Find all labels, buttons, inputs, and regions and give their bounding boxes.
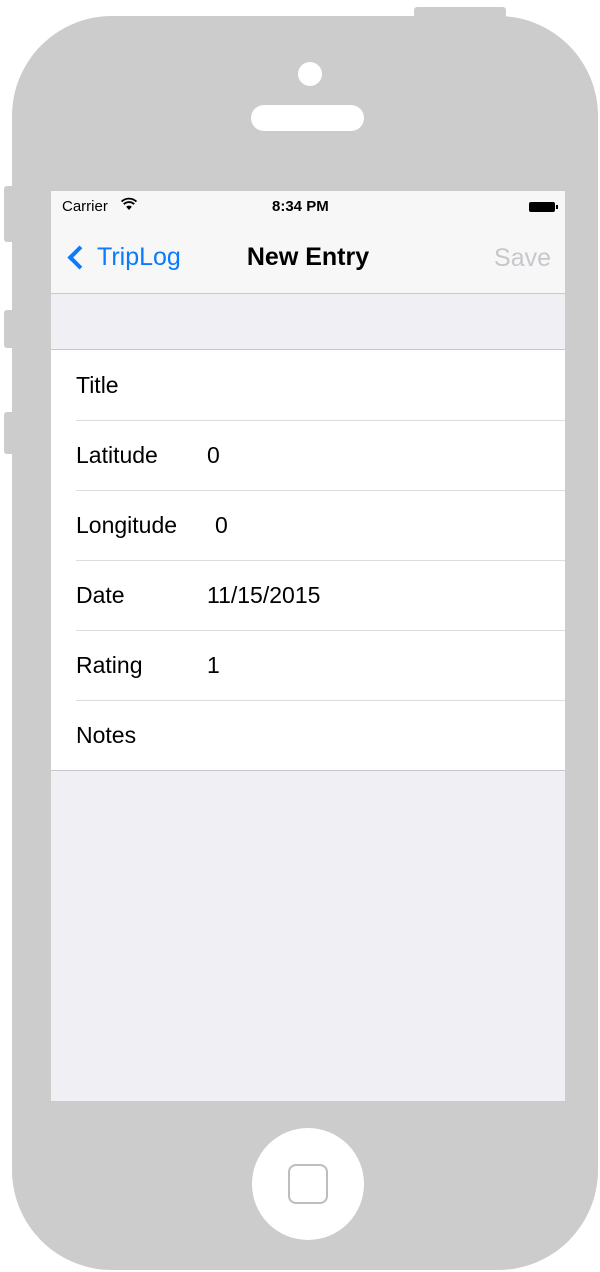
- status-bar: Carrier 8:34 PM: [51, 191, 565, 221]
- carrier-label: Carrier: [62, 198, 108, 215]
- longitude-field[interactable]: 0: [215, 512, 228, 539]
- date-label: Date: [76, 582, 125, 608]
- navigation-bar: TripLog New Entry Save: [51, 221, 565, 294]
- device-screen: Carrier 8:34 PM TripLog New Entry Save T…: [51, 191, 565, 1101]
- form-row-latitude[interactable]: Latitude 0: [51, 420, 565, 490]
- notes-label: Notes: [76, 722, 137, 748]
- rating-field[interactable]: 1: [207, 652, 220, 679]
- form-row-date[interactable]: Date 11/15/2015: [51, 560, 565, 630]
- home-square-icon: [288, 1164, 328, 1204]
- latitude-field[interactable]: 0: [207, 442, 220, 469]
- title-label: Title: [76, 372, 119, 398]
- form-row-title[interactable]: Title: [51, 350, 565, 420]
- page-title: New Entry: [246, 243, 370, 271]
- device-speaker: [251, 105, 364, 131]
- wifi-icon: [120, 197, 138, 215]
- device-camera: [298, 62, 322, 86]
- latitude-label: Latitude: [76, 442, 158, 468]
- home-button[interactable]: [252, 1128, 364, 1240]
- status-time: 8:34 PM: [272, 198, 329, 215]
- longitude-label: Longitude: [76, 512, 178, 538]
- form-row-longitude[interactable]: Longitude 0: [51, 490, 565, 560]
- form-row-rating[interactable]: Rating 1: [51, 630, 565, 700]
- entry-form: Title Latitude 0 Longitude 0 Date 11/15/…: [51, 349, 565, 771]
- date-field[interactable]: 11/15/2015: [207, 582, 320, 609]
- form-row-notes[interactable]: Notes: [51, 700, 565, 770]
- save-button[interactable]: Save: [494, 244, 551, 273]
- rating-label: Rating: [76, 652, 143, 678]
- battery-icon: [529, 202, 558, 212]
